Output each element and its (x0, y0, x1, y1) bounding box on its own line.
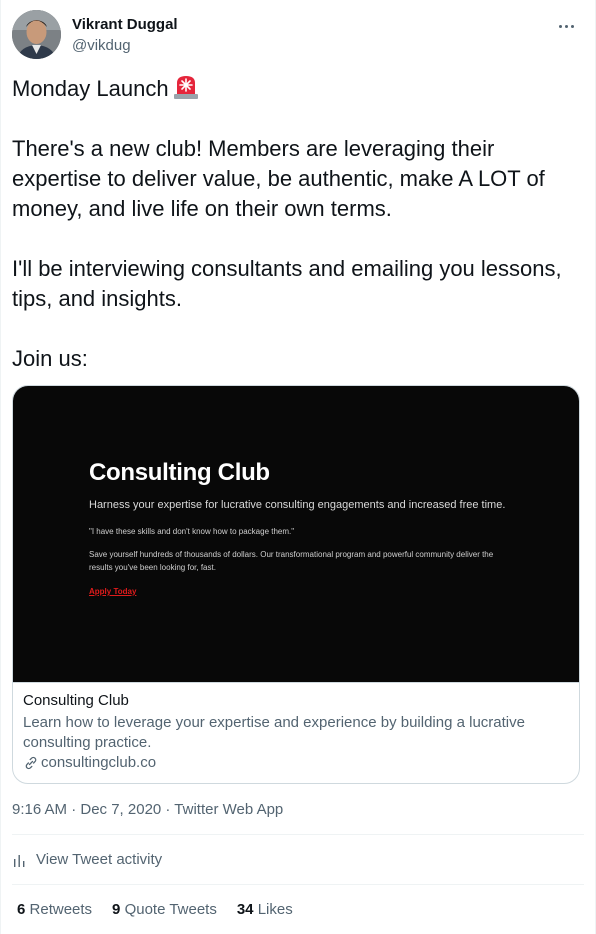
author-name[interactable]: Vikrant Duggal (72, 16, 178, 33)
bar-chart-icon (14, 854, 25, 867)
card-image-body: Save yourself hundreds of thousands of d… (89, 550, 494, 572)
more-dot (564, 24, 568, 28)
card-domain-text: consultingclub.co (41, 754, 157, 771)
more-dot (570, 24, 574, 28)
rotating-light-icon (173, 76, 198, 99)
view-tweet-activity-label: View Tweet activity (36, 851, 163, 868)
card-image-cta: Apply Today (89, 587, 137, 596)
tweet-text: Monday Launch There's a new club! Member… (12, 74, 584, 374)
retweets-count: 6 (17, 901, 26, 918)
tweet-timestamp[interactable]: 9:16 AM · Dec 7, 2020 · Twitter Web App (12, 801, 283, 818)
tweet-stats: 6 Retweets 9 Quote Tweets 34 Likes (17, 901, 313, 918)
likes-count: 34 (236, 901, 254, 918)
quote-tweets-label: Quote Tweets (124, 901, 217, 918)
tweet-line-1: Monday Launch (12, 74, 584, 104)
card-meta[interactable]: Consulting Club Learn how to leverage yo… (13, 682, 579, 783)
quote-tweets-stat[interactable]: 9 Quote Tweets (112, 901, 217, 918)
more-dot (558, 24, 562, 28)
card-image-title: Consulting Club (89, 459, 270, 486)
card-description: Learn how to leverage your expertise and… (23, 714, 525, 751)
divider (12, 884, 584, 885)
card-title: Consulting Club (23, 692, 129, 709)
card-image-quote: "I have these skills and don't know how … (89, 527, 295, 536)
card-domain: consultingclub.co (23, 754, 156, 771)
view-tweet-activity-link[interactable]: View Tweet activity (12, 851, 162, 868)
likes-stat[interactable]: 34 Likes (237, 901, 293, 918)
card-image-subtitle: Harness your expertise for lucrative con… (89, 499, 506, 511)
retweets-stat[interactable]: 6 Retweets (17, 901, 92, 918)
tweet-paragraph-4: Join us: (12, 346, 88, 371)
quote-tweets-count: 9 (112, 901, 121, 918)
tweet-paragraph-2: There's a new club! Members are leveragi… (12, 136, 545, 221)
divider (12, 834, 584, 835)
link-preview-card[interactable]: Consulting Club Harness your expertise f… (12, 385, 580, 784)
link-icon (25, 756, 37, 769)
retweets-label: Retweets (29, 901, 93, 918)
tweet-line-1-text: Monday Launch (12, 76, 169, 101)
tweet-header: Vikrant Duggal @vikdug (12, 10, 584, 62)
avatar[interactable] (12, 10, 61, 59)
likes-label: Likes (257, 901, 293, 918)
tweet-paragraph-3: I'll be interviewing consultants and ema… (12, 256, 562, 311)
card-image[interactable]: Consulting Club Harness your expertise f… (13, 386, 579, 682)
more-options-button[interactable] (554, 14, 578, 38)
author-handle[interactable]: @vikdug (72, 37, 131, 54)
